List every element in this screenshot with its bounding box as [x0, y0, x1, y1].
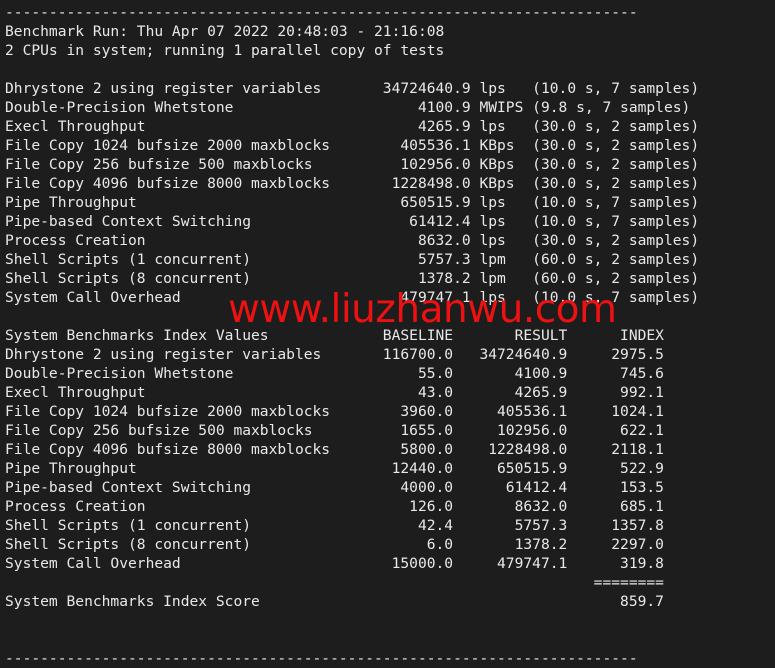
- result-row: File Copy 1024 bufsize 2000 maxblocks 40…: [5, 137, 700, 154]
- index-row: Execl Throughput 43.0 4265.9 992.1: [5, 384, 664, 401]
- index-row: System Call Overhead 15000.0 479747.1 31…: [5, 555, 664, 572]
- terminal-output-pane: ----------------------------------------…: [0, 0, 775, 667]
- result-row: System Call Overhead 479747.1 lps (10.0 …: [5, 289, 700, 306]
- result-row: File Copy 4096 bufsize 8000 maxblocks 12…: [5, 175, 700, 192]
- blank-line: [5, 611, 775, 630]
- index-row: Process Creation 126.0 8632.0 685.1: [5, 498, 664, 515]
- benchmark-run-line: Benchmark Run: Thu Apr 07 2022 20:48:03 …: [5, 23, 445, 40]
- result-row: File Copy 256 bufsize 500 maxblocks 1029…: [5, 156, 700, 173]
- index-row: Shell Scripts (8 concurrent) 6.0 1378.2 …: [5, 536, 664, 553]
- terminal-text-buffer: ----------------------------------------…: [5, 3, 775, 668]
- index-row: File Copy 4096 bufsize 8000 maxblocks 58…: [5, 441, 664, 458]
- result-row: Execl Throughput 4265.9 lps (30.0 s, 2 s…: [5, 118, 700, 135]
- result-row: Pipe-based Context Switching 61412.4 lps…: [5, 213, 700, 230]
- result-row: Dhrystone 2 using register variables 347…: [5, 80, 700, 97]
- score-row: System Benchmarks Index Score 859.7: [5, 593, 664, 610]
- index-row: Dhrystone 2 using register variables 116…: [5, 346, 664, 363]
- index-row: Shell Scripts (1 concurrent) 42.4 5757.3…: [5, 517, 664, 534]
- divider-top: ----------------------------------------…: [5, 4, 638, 21]
- blank-line: [5, 60, 775, 79]
- blank-line: [5, 630, 775, 649]
- result-row: Pipe Throughput 650515.9 lps (10.0 s, 7 …: [5, 194, 700, 211]
- index-row: File Copy 1024 bufsize 2000 maxblocks 39…: [5, 403, 664, 420]
- index-row: Pipe-based Context Switching 4000.0 6141…: [5, 479, 664, 496]
- cpu-info-line: 2 CPUs in system; running 1 parallel cop…: [5, 42, 445, 59]
- result-row: Shell Scripts (8 concurrent) 1378.2 lpm …: [5, 270, 700, 287]
- score-rule: ========: [5, 574, 664, 591]
- result-row: Shell Scripts (1 concurrent) 5757.3 lpm …: [5, 251, 700, 268]
- index-header-row: System Benchmarks Index Values BASELINE …: [5, 327, 664, 344]
- result-row: Double-Precision Whetstone 4100.9 MWIPS …: [5, 99, 691, 116]
- index-row: Double-Precision Whetstone 55.0 4100.9 7…: [5, 365, 664, 382]
- index-row: File Copy 256 bufsize 500 maxblocks 1655…: [5, 422, 664, 439]
- divider-bottom: ----------------------------------------…: [5, 650, 638, 667]
- blank-line: [5, 307, 775, 326]
- result-row: Process Creation 8632.0 lps (30.0 s, 2 s…: [5, 232, 700, 249]
- index-row: Pipe Throughput 12440.0 650515.9 522.9: [5, 460, 664, 477]
